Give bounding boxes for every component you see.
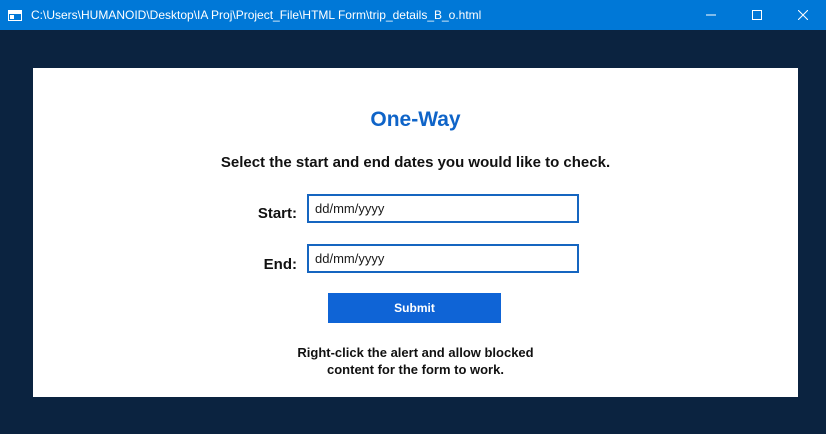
window-title: C:\Users\HUMANOID\Desktop\IA Proj\Projec… bbox=[31, 8, 482, 22]
form-card: One-Way Select the start and end dates y… bbox=[33, 68, 798, 397]
maximize-icon bbox=[752, 10, 762, 20]
help-note: Right-click the alert and allow blocked … bbox=[33, 344, 798, 378]
maximize-button[interactable] bbox=[734, 0, 780, 30]
close-button[interactable] bbox=[780, 0, 826, 30]
window-titlebar[interactable]: C:\Users\HUMANOID\Desktop\IA Proj\Projec… bbox=[0, 0, 826, 30]
submit-button[interactable]: Submit bbox=[328, 293, 501, 323]
page-title: One-Way bbox=[370, 108, 461, 131]
close-icon bbox=[798, 10, 808, 20]
end-date-label: End: bbox=[263, 256, 297, 273]
minimize-button[interactable] bbox=[688, 0, 734, 30]
help-note-line-1: Right-click the alert and allow blocked bbox=[297, 345, 534, 360]
app-window-icon bbox=[8, 9, 22, 21]
help-note-line-2: content for the form to work. bbox=[327, 362, 504, 377]
start-date-input[interactable] bbox=[307, 194, 579, 223]
minimize-icon bbox=[706, 14, 716, 16]
start-date-label: Start: bbox=[257, 205, 297, 222]
form-instructions: Select the start and end dates you would… bbox=[220, 154, 611, 171]
end-date-input[interactable] bbox=[307, 244, 579, 273]
